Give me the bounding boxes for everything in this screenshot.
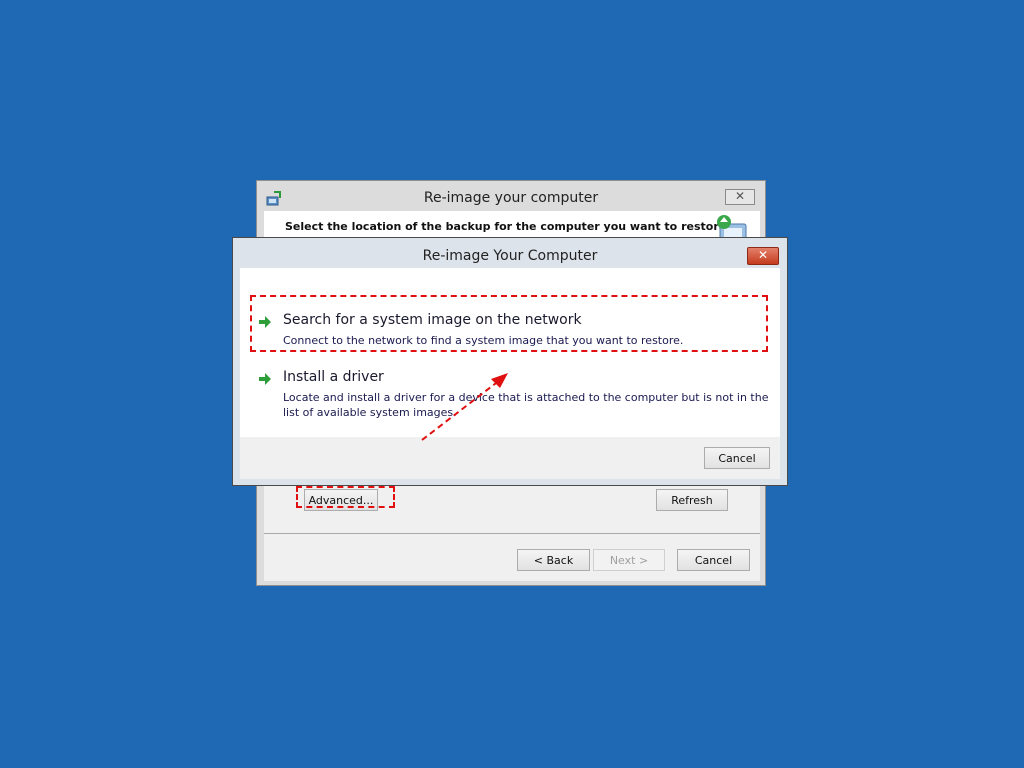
close-button[interactable]: ✕	[725, 189, 755, 205]
instruction-text: Select the location of the backup for th…	[285, 220, 727, 233]
cancel-button[interactable]: Cancel	[677, 549, 750, 571]
window-title: Re-image your computer	[423, 190, 599, 206]
dialog-close-button[interactable]: ✕	[747, 247, 779, 265]
option-install-driver[interactable]: Install a driver Locate and install a dr…	[258, 369, 769, 423]
dialog-title: Re-image Your Computer	[422, 248, 598, 264]
network-option-highlight-box	[250, 295, 768, 352]
next-button[interactable]: Next >	[593, 549, 665, 571]
option-title: Install a driver	[283, 369, 384, 385]
title-bar[interactable]: Re-image your computer ✕	[257, 181, 765, 215]
close-icon: ✕	[757, 248, 769, 262]
options-panel: Search for a system image on the network…	[240, 268, 780, 437]
dialog-cancel-button[interactable]: Cancel	[704, 447, 770, 469]
advanced-highlight-box	[296, 486, 395, 508]
footer-divider	[264, 533, 760, 534]
close-icon: ✕	[734, 189, 746, 203]
back-button[interactable]: < Back	[517, 549, 590, 571]
green-arrow-icon	[259, 373, 271, 385]
option-description: Locate and install a driver for a device…	[283, 391, 769, 419]
reimage-dialog: Re-image Your Computer ✕ Search for a sy…	[232, 237, 788, 486]
refresh-button[interactable]: Refresh	[656, 489, 728, 511]
